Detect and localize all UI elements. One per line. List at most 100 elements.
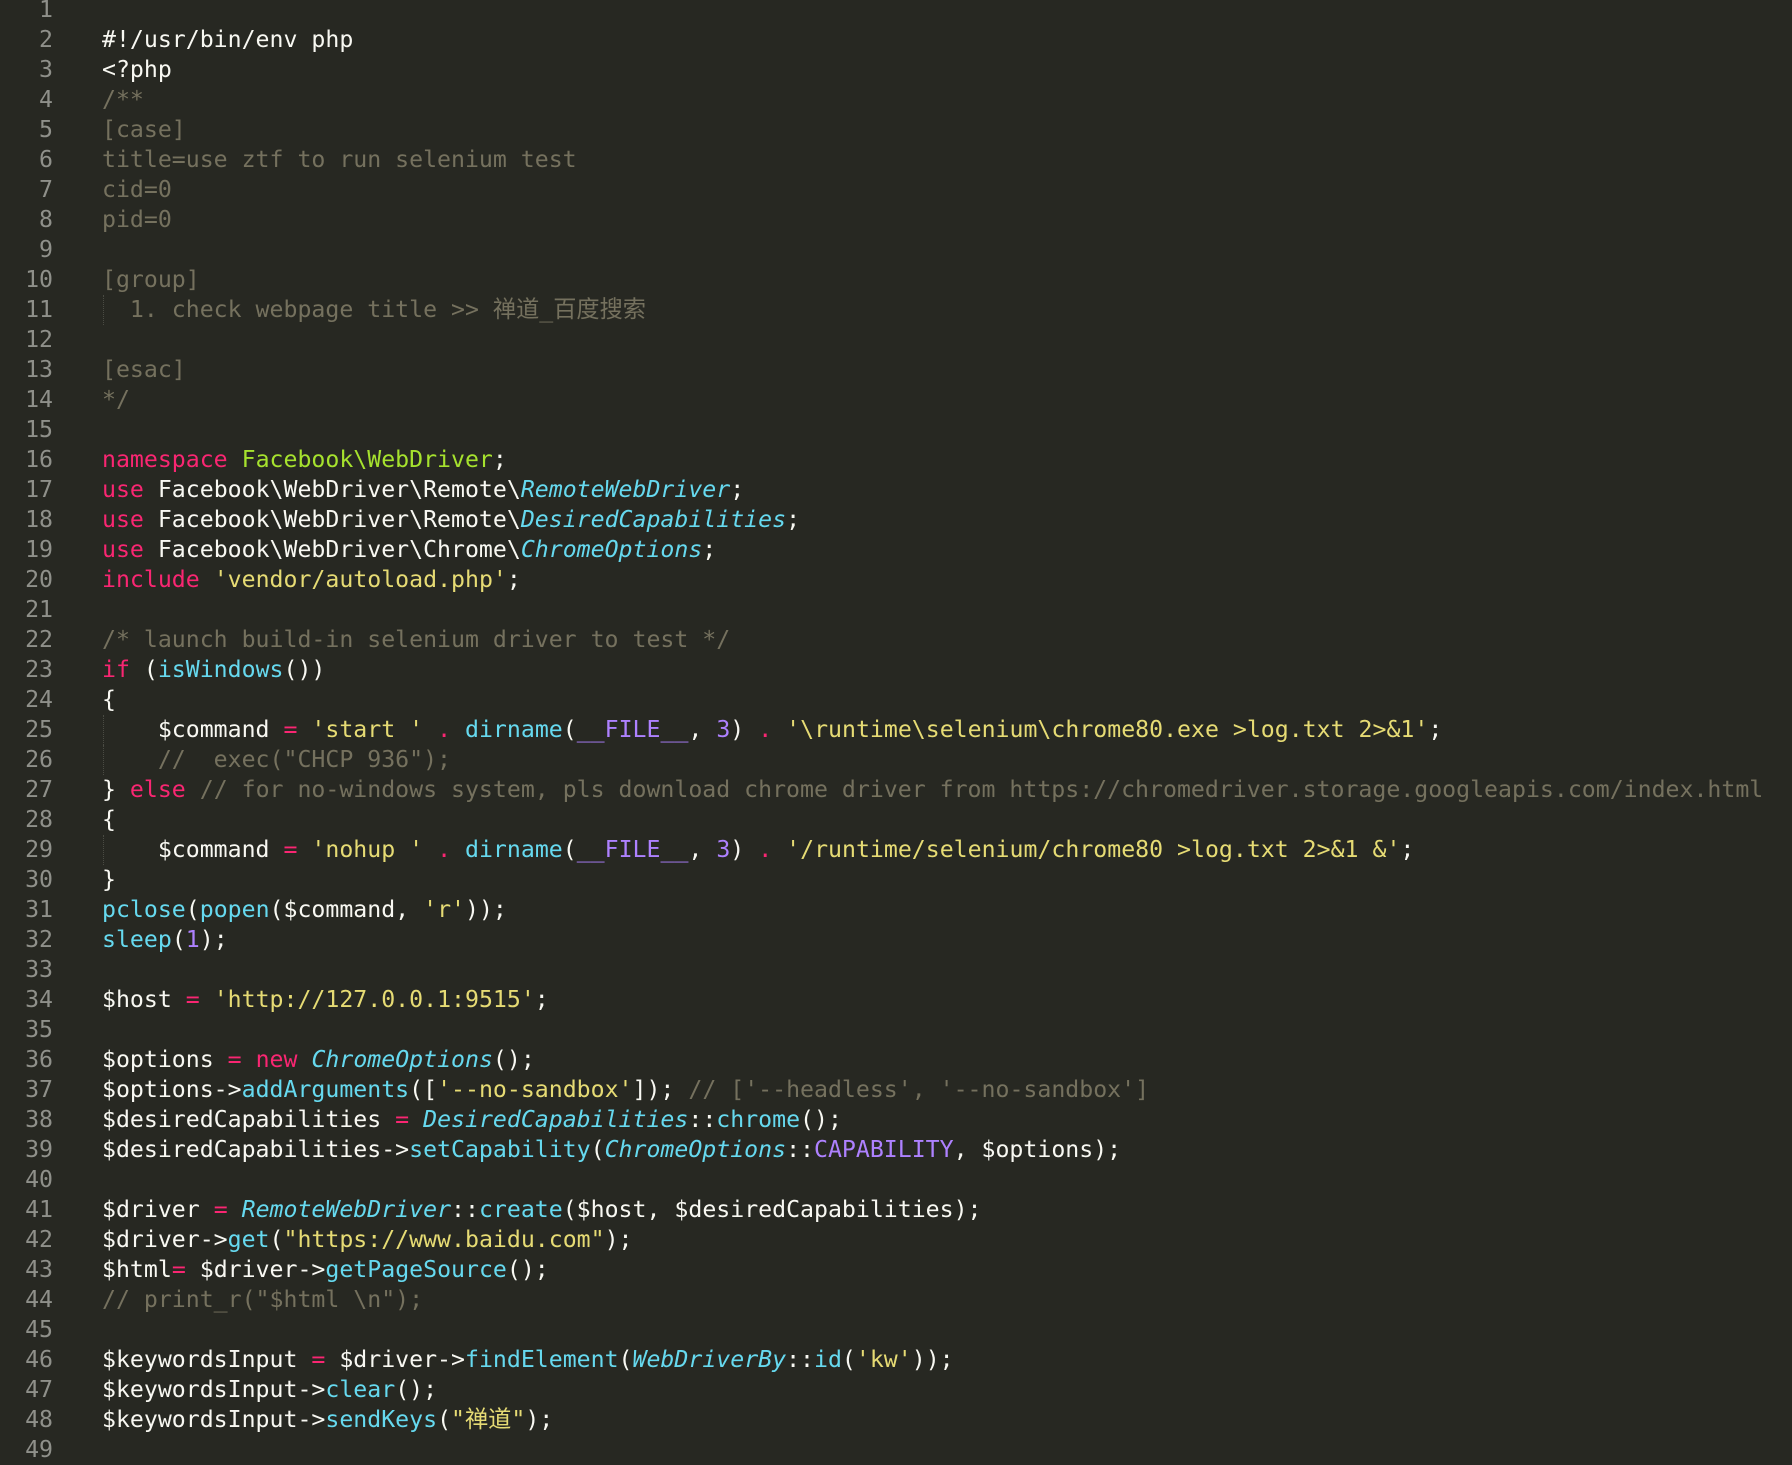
string-token: 'http://127.0.0.1:9515' bbox=[213, 986, 535, 1013]
code-line[interactable]: 41 $driver = RemoteWebDriver::create($hos… bbox=[0, 1195, 1792, 1225]
line-code: $keywordsInput->sendKeys("禅道"); bbox=[102, 1405, 553, 1435]
code-line[interactable]: 42 $driver->get("https://www.baidu.com"); bbox=[0, 1225, 1792, 1255]
code-text: $desiredCapabilities-> bbox=[102, 1136, 410, 1163]
code-line[interactable]: 38 $desiredCapabilities = DesiredCapabili… bbox=[0, 1105, 1792, 1135]
code-line[interactable]: 6 title=use ztf to run selenium test bbox=[0, 145, 1792, 175]
code-text: $keywordsInput-> bbox=[102, 1406, 326, 1433]
code-line[interactable]: 20 include 'vendor/autoload.php'; bbox=[0, 565, 1792, 595]
code-line[interactable]: 48 $keywordsInput->sendKeys("禅道"); bbox=[0, 1405, 1792, 1435]
code-line[interactable]: 44 // print_r("$html \n"); bbox=[0, 1285, 1792, 1315]
code-editor[interactable]: 1 2 #!/usr/bin/env php 3 <?php 4/** 5 [case] 6 ti… bbox=[0, 0, 1792, 1465]
keyword-token: use bbox=[102, 536, 144, 563]
keyword-token: = bbox=[185, 986, 200, 1013]
code-line[interactable]: 22 /* launch build-in selenium driver to … bbox=[0, 625, 1792, 655]
code-text: ]); bbox=[632, 1076, 689, 1103]
line-number: 45 bbox=[25, 1316, 53, 1343]
code-text: <?php bbox=[102, 56, 172, 83]
code-text: )); bbox=[911, 1346, 954, 1373]
code-line[interactable]: 24 { bbox=[0, 685, 1792, 715]
code-line[interactable]: 29 $command = 'nohup ' . dirname(__FILE_… bbox=[0, 835, 1792, 865]
code-line[interactable]: 4 /** bbox=[0, 85, 1792, 115]
keyword-token: . bbox=[437, 716, 452, 743]
code-line[interactable]: 7 cid=0 bbox=[0, 175, 1792, 205]
comment-token: [case] bbox=[102, 116, 186, 143]
code-line[interactable]: 21 bbox=[0, 595, 1792, 625]
code-line[interactable]: 49 bbox=[0, 1435, 1792, 1465]
keyword-token: use bbox=[102, 476, 144, 503]
code-line[interactable]: 37 $options->addArguments(['--no-sandbox'… bbox=[0, 1075, 1792, 1105]
code-text: ; bbox=[492, 446, 507, 473]
code-line[interactable]: 23 if (isWindows()) bbox=[0, 655, 1792, 685]
code-line[interactable]: 16 namespace Facebook\WebDriver; bbox=[0, 445, 1792, 475]
comment-token: pid=0 bbox=[102, 206, 172, 233]
code-line[interactable]: 45 bbox=[0, 1315, 1792, 1345]
line-code: $keywordsInput = $driver->findElement(We… bbox=[102, 1345, 954, 1375]
code-line[interactable]: 30} bbox=[0, 865, 1792, 895]
line-code: $desiredCapabilities = DesiredCapabiliti… bbox=[102, 1105, 842, 1135]
line-number: 26 bbox=[25, 746, 53, 773]
code-line[interactable]: 39 $desiredCapabilities->setCapability(Ch… bbox=[0, 1135, 1792, 1165]
line-number: 24 bbox=[25, 686, 53, 713]
code-line[interactable]: 11 1. check webpage title >> 禅道_百度搜索 bbox=[0, 295, 1792, 325]
code-text: ([ bbox=[409, 1076, 438, 1103]
code-line[interactable]: 31 pclose(popen($command, 'r')); bbox=[0, 895, 1792, 925]
line-code: use Facebook\WebDriver\Remote\DesiredCap… bbox=[102, 505, 800, 535]
string-token: 'start ' bbox=[311, 716, 424, 743]
function-token: isWindows bbox=[157, 656, 284, 683]
code-line[interactable]: 27} else // for no-windows system, pls d… bbox=[0, 775, 1792, 805]
code-line[interactable]: 34 $host = 'http://127.0.0.1:9515'; bbox=[0, 985, 1792, 1015]
code-text: ; bbox=[702, 536, 717, 563]
line-code: $desiredCapabilities->setCapability(Chro… bbox=[102, 1135, 1121, 1165]
comment-token: // for no-windows system, pls download c… bbox=[199, 776, 1764, 803]
code-line[interactable]: 33 bbox=[0, 955, 1792, 985]
code-line[interactable]: 25 $command = 'start ' . dirname(__FILE_… bbox=[0, 715, 1792, 745]
code-line[interactable]: 10 [group] bbox=[0, 265, 1792, 295]
line-number: 8 bbox=[39, 206, 53, 233]
line-number: 12 bbox=[25, 326, 53, 353]
code-line[interactable]: 18 use Facebook\WebDriver\Remote\DesiredC… bbox=[0, 505, 1792, 535]
comment-token: */ bbox=[102, 386, 130, 413]
line-number: 36 bbox=[25, 1046, 53, 1073]
keyword-token: = bbox=[395, 1106, 410, 1133]
code-line[interactable]: 2 #!/usr/bin/env php bbox=[0, 25, 1792, 55]
code-line[interactable]: 3 <?php bbox=[0, 55, 1792, 85]
code-line[interactable]: 32 sleep(1); bbox=[0, 925, 1792, 955]
code-text: ; bbox=[1428, 716, 1443, 743]
line-number: 17 bbox=[25, 476, 53, 503]
code-line[interactable]: 13 [esac] bbox=[0, 355, 1792, 385]
constant-token: CAPABILITY bbox=[813, 1136, 954, 1163]
code-line[interactable]: 36 $options = new ChromeOptions(); bbox=[0, 1045, 1792, 1075]
code-line[interactable]: 8 pid=0 bbox=[0, 205, 1792, 235]
code-line[interactable]: 17 use Facebook\WebDriver\Remote\RemoteWe… bbox=[0, 475, 1792, 505]
code-text: ($host, $desiredCapabilities); bbox=[562, 1196, 982, 1223]
code-text: $desiredCapabilities bbox=[102, 1106, 396, 1133]
code-line[interactable]: 12 bbox=[0, 325, 1792, 355]
code-text: (); bbox=[492, 1046, 535, 1073]
line-number: 4 bbox=[39, 86, 53, 113]
code-text: ); bbox=[525, 1406, 554, 1433]
code-line[interactable]: 43 $html= $driver->getPageSource(); bbox=[0, 1255, 1792, 1285]
code-line[interactable]: 26 // exec("CHCP 936"); bbox=[0, 745, 1792, 775]
code-line[interactable]: 1 bbox=[0, 0, 1792, 25]
code-line[interactable]: 5 [case] bbox=[0, 115, 1792, 145]
code-text: ( bbox=[618, 1346, 633, 1373]
namespace-token: Facebook\WebDriver bbox=[241, 446, 493, 473]
code-text: Facebook\WebDriver\Remote\ bbox=[143, 506, 521, 533]
function-token: getPageSource bbox=[325, 1256, 507, 1283]
line-code: sleep(1); bbox=[102, 925, 228, 955]
code-line[interactable]: 14 */ bbox=[0, 385, 1792, 415]
code-line[interactable]: 46 $keywordsInput = $driver->findElement(… bbox=[0, 1345, 1792, 1375]
code-line[interactable]: 28 { bbox=[0, 805, 1792, 835]
comment-token: // exec("CHCP 936"); bbox=[102, 746, 452, 773]
code-line[interactable]: 35 bbox=[0, 1015, 1792, 1045]
code-line[interactable]: 15 bbox=[0, 415, 1792, 445]
code-line[interactable]: 9 bbox=[0, 235, 1792, 265]
code-line[interactable]: 40 bbox=[0, 1165, 1792, 1195]
code-line[interactable]: 47 $keywordsInput->clear(); bbox=[0, 1375, 1792, 1405]
code-line[interactable]: 19 use Facebook\WebDriver\Chrome\ChromeOp… bbox=[0, 535, 1792, 565]
code-text: } bbox=[102, 866, 116, 893]
line-number: 38 bbox=[25, 1106, 53, 1133]
code-text: ; bbox=[730, 476, 745, 503]
